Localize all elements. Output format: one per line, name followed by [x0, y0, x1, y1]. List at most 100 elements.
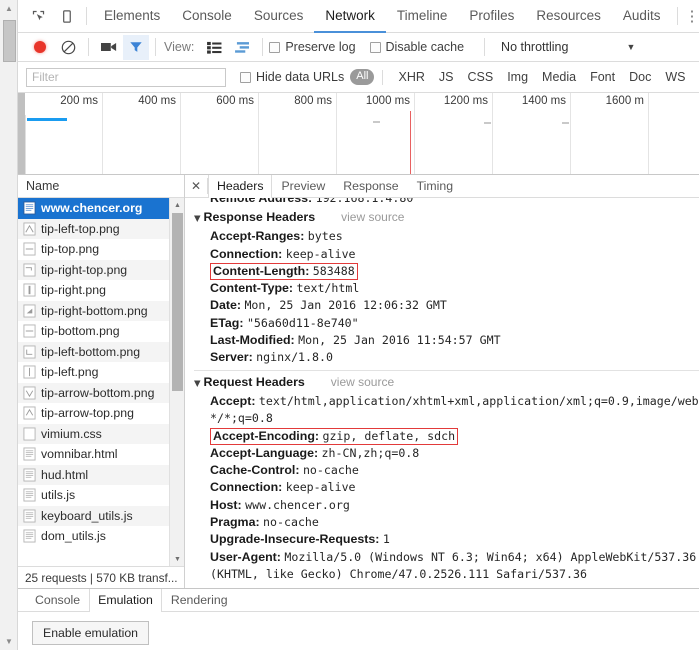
view-source-link[interactable]: view source [331, 374, 394, 391]
list-item[interactable]: keyboard_utils.js [18, 505, 169, 526]
chevron-down-icon[interactable]: ▼ [194, 211, 201, 228]
filter-input[interactable] [26, 67, 226, 87]
list-view-icon [206, 41, 222, 54]
column-header-name[interactable]: Name [18, 175, 184, 198]
scrollbar-thumb[interactable] [3, 20, 16, 62]
filter-type-all[interactable]: All [350, 68, 375, 86]
tab-response[interactable]: Response [334, 175, 407, 198]
list-item[interactable]: tip-right.png [18, 280, 169, 301]
stylesheet-icon [23, 427, 36, 441]
image-icon [23, 263, 36, 277]
drawer-tab-rendering[interactable]: Rendering [162, 589, 237, 612]
scroll-down-arrow[interactable]: ▼ [170, 552, 185, 566]
chevron-down-icon[interactable]: ▼ [194, 376, 201, 393]
tab-preview[interactable]: Preview [272, 175, 334, 198]
list-item[interactable]: hud.html [18, 464, 169, 485]
list-item[interactable]: tip-top.png [18, 239, 169, 260]
tab-timeline[interactable]: Timeline [386, 0, 459, 33]
filter-type-css[interactable]: CSS [460, 70, 500, 84]
scroll-down-arrow[interactable]: ▼ [0, 633, 18, 650]
filter-type-xhr[interactable]: XHR [391, 70, 431, 84]
filter-type-other[interactable]: Other [692, 70, 699, 84]
record-icon [34, 41, 46, 53]
list-item[interactable]: tip-bottom.png [18, 321, 169, 342]
overview-left-handle[interactable] [18, 93, 25, 174]
list-view-button[interactable] [200, 34, 228, 60]
headers-body: Remote Address: 192.168.1.4:80 ▼ Respons… [185, 198, 699, 588]
headers-content: Remote Address: 192.168.1.4:80 ▼ Respons… [185, 198, 699, 588]
tick-label: 1200 ms [443, 95, 488, 107]
tick-label: 200 ms [60, 95, 98, 107]
list-item[interactable]: dom_utils.js [18, 526, 169, 547]
tab-resources[interactable]: Resources [525, 0, 612, 33]
header-value: gzip, deflate, sdch [322, 428, 456, 443]
filter-type-js[interactable]: JS [432, 70, 461, 84]
hide-data-urls-checkbox[interactable]: Hide data URLs [240, 70, 344, 84]
scrollbar-thumb[interactable] [172, 213, 183, 391]
list-item[interactable]: vomnibar.html [18, 444, 169, 465]
filter-type-media[interactable]: Media [535, 70, 583, 84]
more-options-icon[interactable]: ⋮ [684, 9, 699, 24]
enable-emulation-button[interactable]: Enable emulation [32, 621, 150, 645]
tab-network[interactable]: Network [314, 0, 386, 33]
disable-cache-checkbox[interactable]: Disable cache [369, 40, 464, 54]
hide-data-urls-label: Hide data URLs [256, 70, 345, 84]
list-item[interactable]: tip-right-top.png [18, 259, 169, 280]
emulation-panel: Enable emulation [18, 612, 699, 650]
window-vertical-scrollbar[interactable]: ▲ ▼ [0, 0, 18, 650]
list-item[interactable]: tip-right-bottom.png [18, 300, 169, 321]
list-item[interactable]: vimium.css [18, 423, 169, 444]
list-item[interactable]: tip-arrow-bottom.png [18, 382, 169, 403]
tab-timing[interactable]: Timing [408, 175, 462, 198]
tab-console[interactable]: Console [171, 0, 243, 33]
request-list-scrollbar[interactable]: ▲ ▼ [169, 198, 184, 566]
network-overview-timeline[interactable]: 200 ms 400 ms 600 ms 800 ms 1000 ms 1200… [18, 92, 699, 175]
list-item[interactable]: tip-left-bottom.png [18, 341, 169, 362]
timeline-tick: 800 ms [259, 93, 337, 174]
list-item[interactable]: tip-arrow-top.png [18, 403, 169, 424]
response-headers-section[interactable]: ▼ Response Headers view source [194, 209, 699, 228]
scroll-up-arrow[interactable]: ▲ [0, 0, 18, 17]
list-item[interactable]: utils.js [18, 485, 169, 506]
tab-sources[interactable]: Sources [243, 0, 315, 33]
load-event-line [410, 111, 411, 174]
preserve-log-checkbox[interactable]: Preserve log [269, 40, 356, 54]
list-item-label: www.chencer.org [41, 201, 143, 216]
image-icon [23, 345, 36, 359]
filter-type-img[interactable]: Img [500, 70, 535, 84]
tab-audits[interactable]: Audits [612, 0, 672, 33]
filter-type-font[interactable]: Font [583, 70, 622, 84]
device-toolbar-icon[interactable] [52, 3, 80, 29]
filter-type-doc[interactable]: Doc [622, 70, 658, 84]
header-row: Accept-Ranges: bytes [194, 228, 699, 245]
list-item[interactable]: www.chencer.org [18, 198, 169, 219]
drawer-tab-emulation[interactable]: Emulation [89, 588, 162, 612]
list-item[interactable]: tip-left-top.png [18, 218, 169, 239]
drawer-tab-console[interactable]: Console [26, 589, 89, 612]
inspect-element-icon[interactable] [24, 3, 52, 29]
view-label: View: [164, 40, 195, 54]
tab-profiles[interactable]: Profiles [458, 0, 525, 33]
chevron-down-icon[interactable]: ▼ [626, 42, 635, 52]
capture-screenshots-button[interactable] [95, 34, 123, 60]
header-value: "56a60d11-8e740" [246, 315, 359, 330]
network-controls-toolbar: View: Preserve log Disable cache No thro… [18, 33, 699, 62]
scroll-up-arrow[interactable]: ▲ [170, 198, 185, 212]
header-key: Date: [210, 298, 241, 313]
header-key: Connection: [210, 480, 283, 495]
list-item[interactable]: tip-left.png [18, 362, 169, 383]
close-detail-icon[interactable]: ✕ [185, 179, 207, 193]
filter-type-ws[interactable]: WS [658, 70, 692, 84]
tab-elements[interactable]: Elements [93, 0, 171, 33]
filter-toggle-button[interactable] [123, 34, 149, 60]
tab-headers[interactable]: Headers [208, 174, 273, 198]
clear-button[interactable] [54, 34, 82, 60]
overview-canvas[interactable]: 200 ms 400 ms 600 ms 800 ms 1000 ms 1200… [25, 93, 699, 174]
view-source-link[interactable]: view source [341, 209, 404, 226]
throttling-select[interactable]: No throttling [501, 40, 568, 54]
image-icon [23, 283, 36, 297]
waterfall-view-button[interactable] [228, 34, 256, 60]
request-headers-section[interactable]: ▼ Request Headers view source [194, 374, 699, 393]
record-button[interactable] [26, 34, 54, 60]
document-icon [23, 447, 36, 461]
